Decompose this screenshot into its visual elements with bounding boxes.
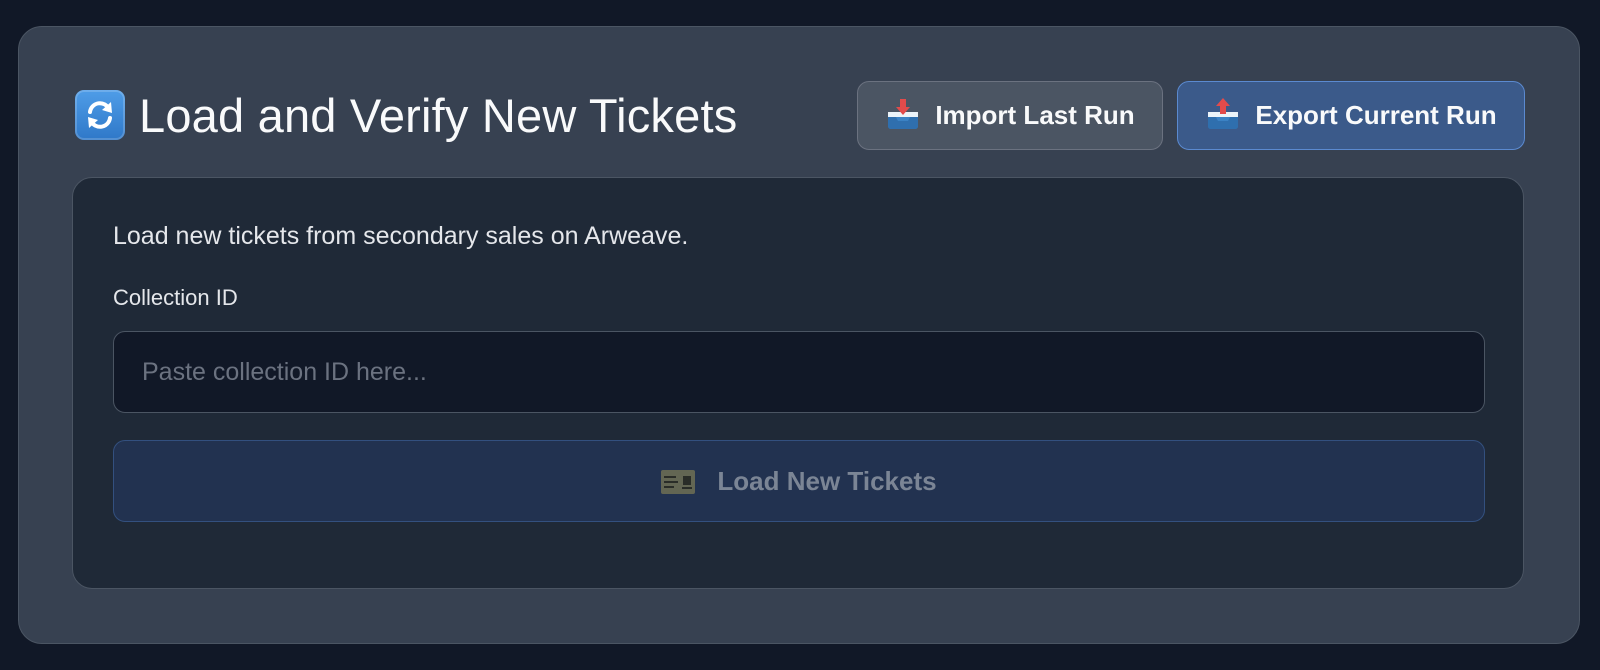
outbox-tray-icon (1205, 97, 1241, 133)
collection-id-label: Collection ID (113, 285, 238, 310)
import-last-run-button[interactable]: Import Last Run (857, 80, 1163, 150)
header-actions: Import Last Run Export Current Run (857, 80, 1525, 150)
load-new-tickets-label: Load New Tickets (717, 465, 937, 496)
card-description: Load new tickets from secondary sales on… (113, 222, 689, 250)
title-group: Load and Verify New Tickets (75, 88, 737, 143)
inbox-tray-icon (885, 97, 921, 133)
page-title: Load and Verify New Tickets (139, 88, 738, 142)
collection-id-input[interactable] (113, 331, 1485, 413)
panel-header: Load and Verify New Tickets Import Last … (75, 80, 1525, 150)
import-last-run-label: Import Last Run (935, 99, 1135, 130)
load-tickets-card: Load new tickets from secondary sales on… (72, 177, 1524, 589)
export-current-run-label: Export Current Run (1255, 99, 1497, 130)
refresh-icon (75, 90, 125, 140)
load-new-tickets-button[interactable]: Load New Tickets (113, 440, 1485, 522)
ticket-icon (661, 470, 696, 494)
export-current-run-button[interactable]: Export Current Run (1177, 80, 1525, 150)
